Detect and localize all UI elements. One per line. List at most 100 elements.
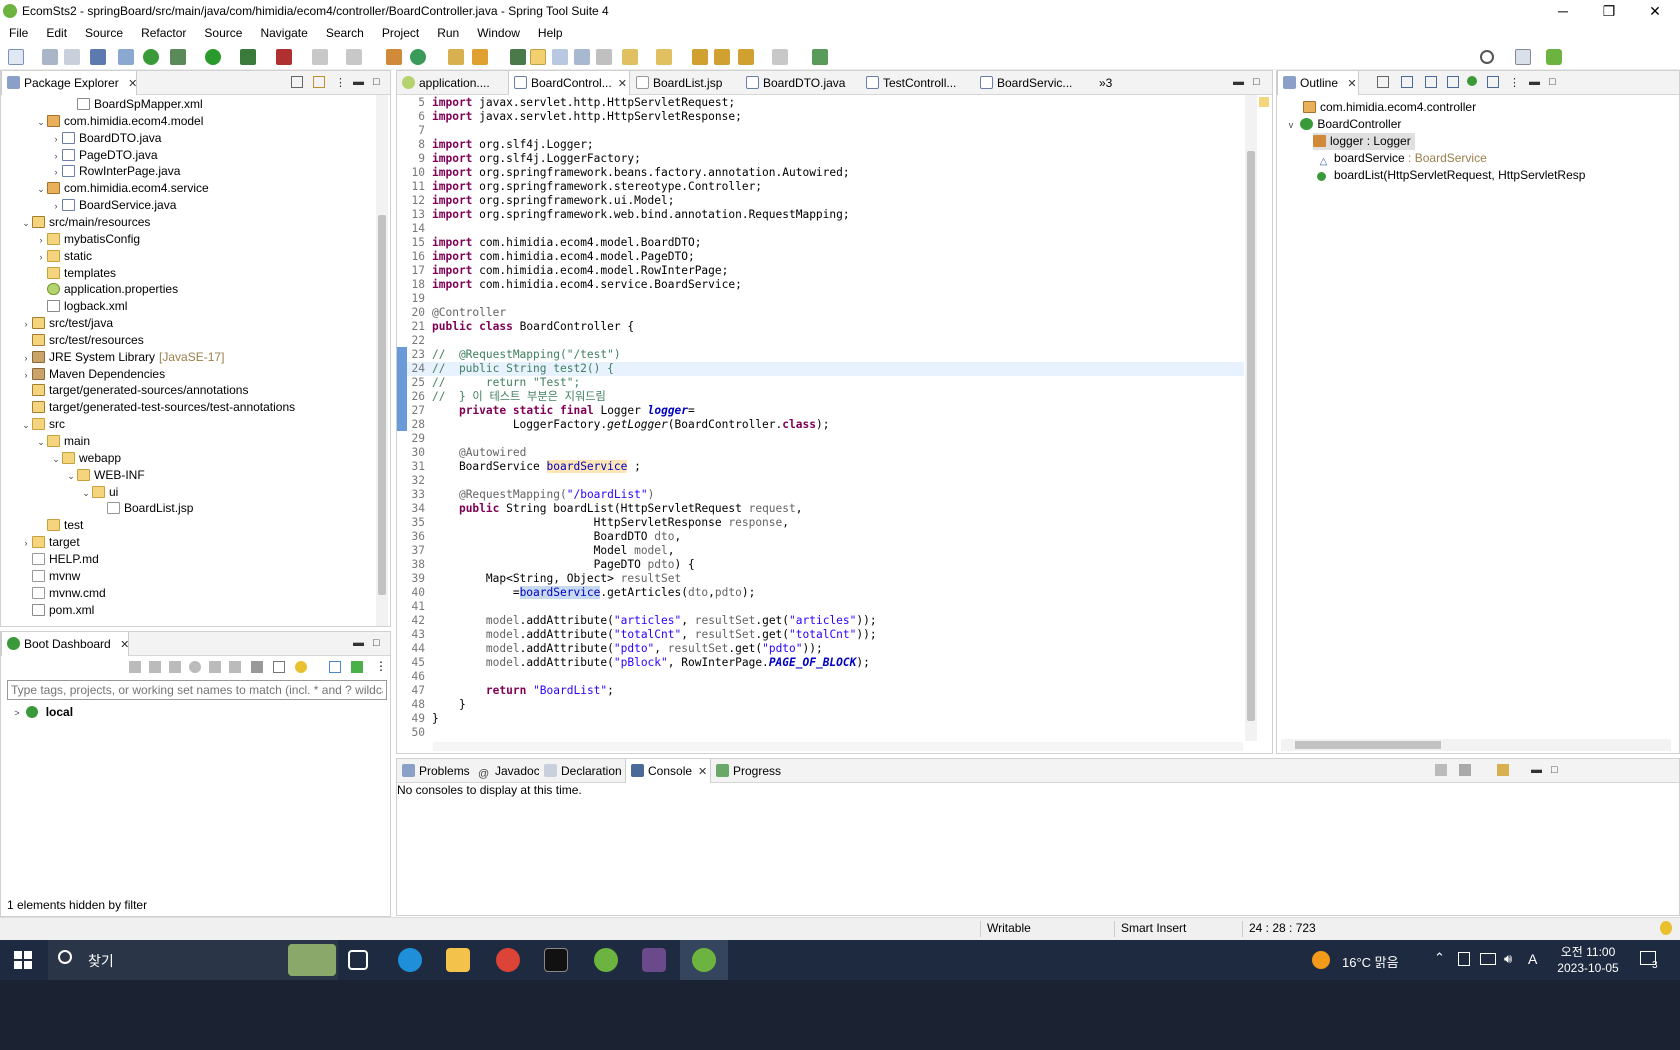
tree-item[interactable]: › JRE System Library [JavaSE-17] bbox=[20, 349, 225, 366]
chevron-up-icon[interactable]: ⌃ bbox=[1434, 950, 1445, 966]
boot-dashboard-icon[interactable] bbox=[143, 49, 159, 65]
code-line[interactable]: 25// return "Test"; bbox=[397, 376, 1244, 390]
tree-item[interactable]: › PageDTO.java bbox=[50, 147, 158, 164]
expand-icon[interactable]: › bbox=[20, 316, 32, 333]
code-line[interactable]: 43 model.addAttribute("totalCnt", result… bbox=[397, 628, 1244, 642]
tree-item[interactable]: › target bbox=[20, 534, 80, 551]
debug-icon[interactable] bbox=[149, 661, 161, 673]
terminal-icon[interactable] bbox=[544, 948, 568, 972]
local-target[interactable]: > local bbox=[11, 704, 73, 721]
tree-item[interactable]: › src/test/java bbox=[20, 315, 114, 333]
tree-item[interactable]: pom.xml bbox=[20, 602, 94, 619]
package-explorer-scrollbar[interactable] bbox=[376, 95, 388, 626]
minimize-icon[interactable]: ▬ bbox=[353, 637, 364, 649]
code-line[interactable]: 15 import com.himidia.ecom4.model.BoardDT… bbox=[397, 236, 1244, 250]
new-java-project-icon[interactable] bbox=[386, 49, 402, 65]
outline-package-row[interactable]: com.himidia.ecom4.controller bbox=[1303, 99, 1476, 116]
code-line[interactable]: 40 =boardService.getArticles(dto,pdto); bbox=[397, 586, 1244, 600]
expand-icon[interactable]: › bbox=[20, 367, 32, 384]
menu-project[interactable]: Project bbox=[373, 26, 428, 40]
collapse-icon[interactable]: ⌄ bbox=[20, 417, 32, 434]
stop-icon[interactable] bbox=[312, 49, 328, 65]
stop-icon[interactable] bbox=[169, 661, 181, 673]
new-class-icon[interactable] bbox=[410, 49, 426, 65]
more-tabs-button[interactable]: »3 bbox=[1093, 71, 1123, 95]
code-lines[interactable]: 5 import javax.servlet.http.HttpServletRe… bbox=[397, 95, 1247, 741]
expand-icon[interactable]: › bbox=[35, 232, 47, 249]
code-line[interactable]: 10 import org.springframework.beans.facto… bbox=[397, 166, 1244, 180]
code-line[interactable]: 11 import org.springframework.stereotype.… bbox=[397, 180, 1244, 194]
forward-icon[interactable] bbox=[738, 49, 754, 65]
expand-icon[interactable]: › bbox=[20, 535, 32, 552]
menu-window[interactable]: Window bbox=[468, 26, 529, 40]
tree-item[interactable]: mvnw.cmd bbox=[20, 585, 106, 602]
hide-local-types-icon[interactable] bbox=[1487, 76, 1499, 88]
tab-outline[interactable]: Outline ✕ bbox=[1277, 71, 1359, 95]
minimize-button[interactable]: ─ bbox=[1540, 0, 1586, 22]
display-console-icon[interactable] bbox=[1459, 764, 1471, 776]
close-button[interactable]: ✕ bbox=[1632, 0, 1678, 22]
clock-date[interactable]: 2023-10-05 bbox=[1552, 961, 1624, 975]
menu-edit[interactable]: Edit bbox=[37, 26, 76, 40]
code-line[interactable]: 16 import com.himidia.ecom4.model.PageDTO… bbox=[397, 250, 1244, 264]
show-whitespace-icon[interactable] bbox=[574, 49, 590, 65]
scrollbar-thumb[interactable] bbox=[1295, 741, 1441, 749]
tree-item[interactable]: application.properties bbox=[35, 281, 178, 298]
open-browser-icon[interactable] bbox=[229, 661, 241, 673]
code-line[interactable]: 24// public String test2() { bbox=[397, 362, 1244, 376]
tree-item[interactable]: HELP.md bbox=[20, 551, 99, 568]
code-line[interactable]: 27 private static final Logger logger= bbox=[397, 404, 1244, 418]
run-icon[interactable] bbox=[205, 49, 221, 65]
code-line[interactable]: 17 import com.himidia.ecom4.model.RowInte… bbox=[397, 264, 1244, 278]
code-line[interactable]: 33 @RequestMapping("/boardList") bbox=[397, 488, 1244, 502]
tree-item[interactable]: › static bbox=[35, 248, 93, 265]
maximize-icon[interactable]: □ bbox=[1549, 76, 1556, 88]
minimize-icon[interactable]: ▬ bbox=[353, 76, 364, 88]
expand-icon[interactable]: › bbox=[50, 131, 62, 148]
chrome-icon[interactable] bbox=[496, 948, 520, 972]
meet-now-icon[interactable] bbox=[1458, 952, 1470, 966]
debug-icon[interactable] bbox=[170, 49, 186, 65]
ime-indicator[interactable]: A bbox=[1528, 951, 1537, 967]
tree-item[interactable]: target/generated-sources/annotations bbox=[20, 382, 248, 399]
code-line[interactable]: 35 HttpServletResponse response, bbox=[397, 516, 1244, 530]
expand-icon[interactable]: › bbox=[50, 148, 62, 165]
tree-item[interactable]: ⌄ src bbox=[20, 416, 65, 433]
close-icon[interactable]: ✕ bbox=[1347, 78, 1356, 90]
code-line[interactable]: 26// } 이 테스트 부분은 지워드림 bbox=[397, 390, 1244, 404]
tree-item[interactable]: › RowInterPage.java bbox=[50, 163, 181, 180]
forward-disabled-icon[interactable] bbox=[772, 49, 788, 65]
menu-help[interactable]: Help bbox=[529, 26, 572, 40]
mark-occurrences-icon[interactable] bbox=[530, 49, 546, 65]
external-tools-icon[interactable] bbox=[276, 49, 292, 65]
code-line[interactable]: 12 import org.springframework.ui.Model; bbox=[397, 194, 1244, 208]
link-with-editor-icon[interactable] bbox=[313, 76, 325, 88]
code-line[interactable]: 19 bbox=[397, 292, 1244, 306]
tree-item[interactable]: ⌄ com.himidia.ecom4.model bbox=[35, 113, 203, 130]
code-line[interactable]: 29 bbox=[397, 432, 1244, 446]
tab-testcontroller[interactable]: TestControll... bbox=[861, 71, 975, 95]
code-line[interactable]: 6 import javax.servlet.http.HttpServletRe… bbox=[397, 110, 1244, 124]
outline-horizontal-scrollbar[interactable] bbox=[1281, 739, 1671, 751]
minimize-icon[interactable]: ▬ bbox=[1531, 764, 1542, 776]
tree-item[interactable]: ⌄ src/main/resources bbox=[20, 214, 150, 231]
tab-boardservice[interactable]: BoardServic... bbox=[975, 71, 1091, 95]
tree-item[interactable]: templates bbox=[35, 265, 116, 282]
tree-item[interactable]: ⌄ com.himidia.ecom4.service bbox=[35, 180, 209, 197]
collapse-icon[interactable]: ⌄ bbox=[35, 181, 47, 198]
menu-source-2[interactable]: Source bbox=[195, 26, 251, 40]
spring-perspective-icon[interactable] bbox=[1546, 49, 1562, 65]
console-icon[interactable] bbox=[90, 49, 106, 65]
code-line[interactable]: 45 model.addAttribute("pBlock", RowInter… bbox=[397, 656, 1244, 670]
tips-lightbulb-icon[interactable] bbox=[1660, 921, 1672, 935]
code-line[interactable]: 48 } bbox=[397, 698, 1244, 712]
outline-class-row[interactable]: v BoardController bbox=[1285, 116, 1402, 133]
editor-vertical-scrollbar[interactable] bbox=[1245, 95, 1257, 741]
code-line[interactable]: 41 bbox=[397, 600, 1244, 614]
menu-file[interactable]: File bbox=[0, 26, 37, 40]
collapse-icon[interactable]: ⌄ bbox=[35, 114, 47, 131]
outline-logger-row[interactable]: logger : Logger bbox=[1313, 133, 1415, 150]
skip-breakpoints-icon[interactable] bbox=[118, 49, 134, 65]
tree-item[interactable]: › BoardDTO.java bbox=[50, 130, 162, 148]
menu-refactor[interactable]: Refactor bbox=[132, 26, 195, 40]
